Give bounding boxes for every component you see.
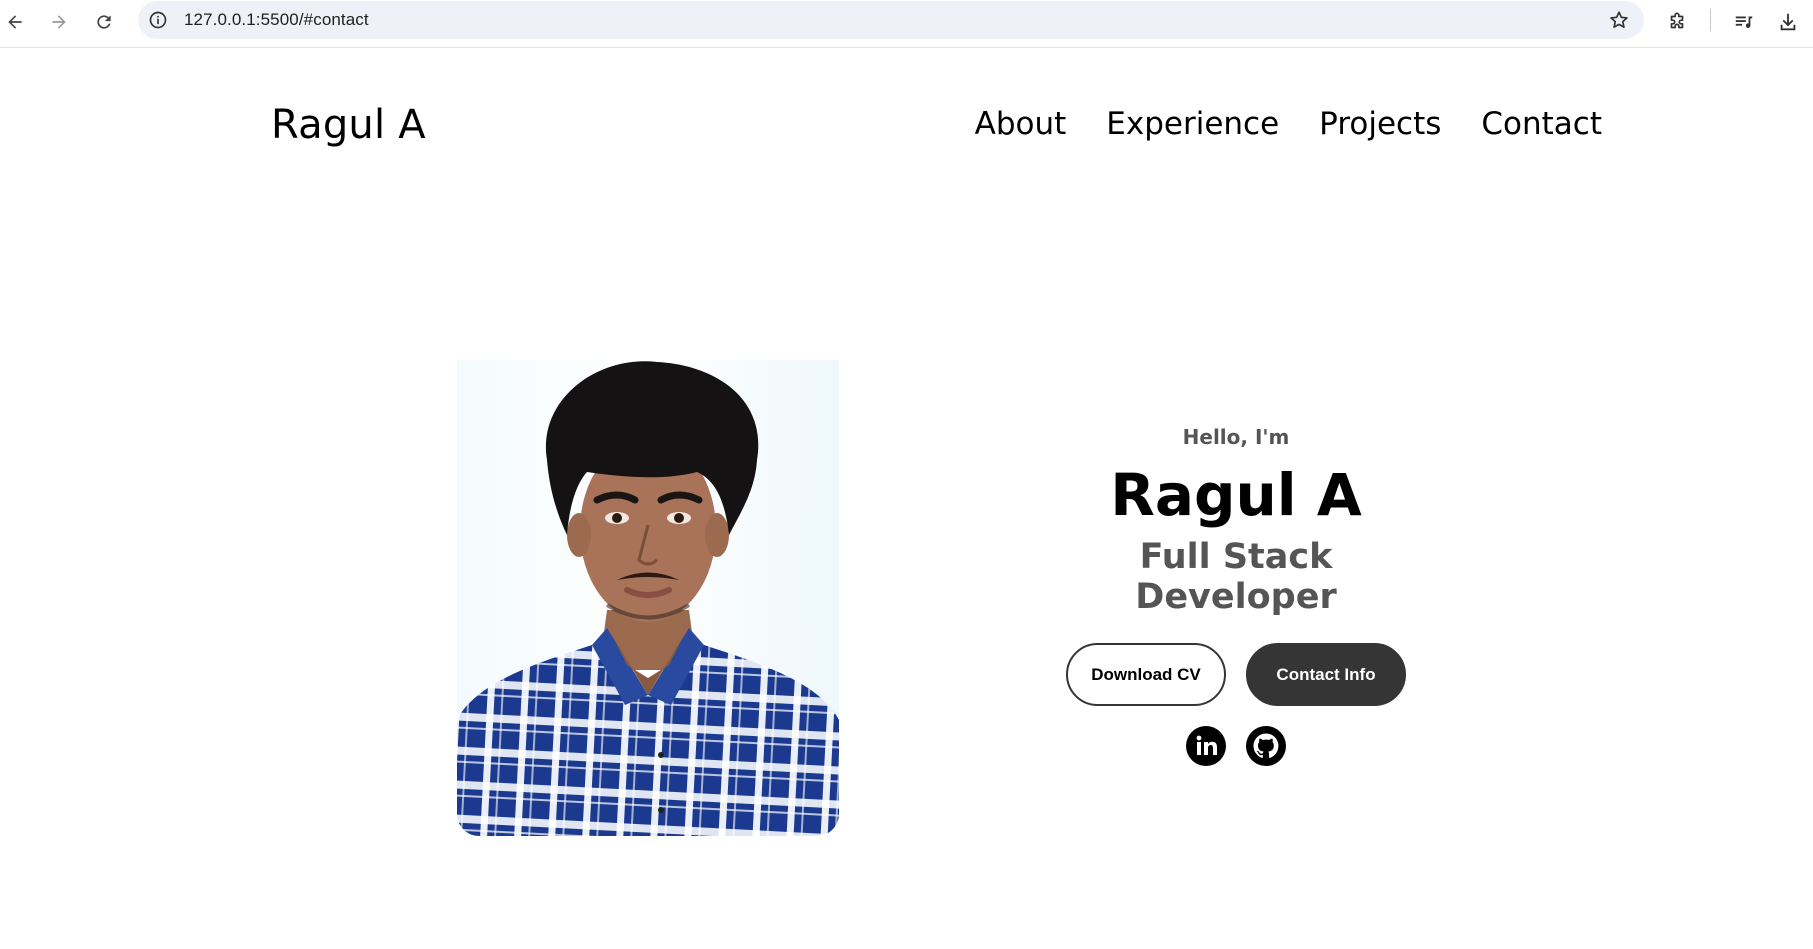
toolbar-divider — [1710, 9, 1711, 31]
site-info-icon[interactable] — [148, 10, 168, 30]
nav-experience-link[interactable]: Experience — [1106, 106, 1279, 142]
nav-projects-link[interactable]: Projects — [1319, 106, 1441, 142]
person-portrait-illustration — [457, 360, 839, 836]
github-icon — [1246, 726, 1286, 766]
site-logo[interactable]: Ragul A — [271, 102, 426, 148]
address-bar[interactable]: 127.0.0.1:5500/#contact — [138, 1, 1644, 39]
puzzle-icon — [1670, 12, 1684, 29]
hero-name: Ragul A — [1110, 461, 1362, 529]
download-cv-button[interactable]: Download CV — [1066, 643, 1226, 706]
profile-photo — [457, 360, 839, 836]
hero-section: Hello, I'm Ragul A Full Stack Developer … — [1036, 425, 1436, 766]
nav-contact-link[interactable]: Contact — [1481, 106, 1602, 142]
url-text[interactable]: 127.0.0.1:5500/#contact — [184, 10, 369, 30]
back-arrow-icon — [8, 15, 22, 29]
media-control-button[interactable] — [1726, 4, 1762, 40]
hero-button-row: Download CV Contact Info — [1036, 643, 1436, 706]
playlist-music-icon — [1735, 16, 1753, 28]
forward-arrow-icon — [52, 15, 66, 29]
download-icon — [1780, 13, 1796, 31]
browser-toolbar: 127.0.0.1:5500/#contact — [0, 0, 1813, 48]
main-nav: About Experience Projects Contact — [975, 106, 1602, 142]
bookmark-star-icon[interactable] — [1608, 9, 1630, 31]
nav-about-link[interactable]: About — [975, 106, 1067, 142]
back-button[interactable] — [0, 4, 33, 40]
reload-icon — [97, 15, 111, 29]
downloads-button[interactable] — [1770, 4, 1806, 40]
hero-role: Full Stack Developer — [1135, 537, 1337, 617]
github-link[interactable] — [1246, 726, 1286, 766]
greeting-text: Hello, I'm — [1182, 425, 1290, 449]
contact-info-button[interactable]: Contact Info — [1246, 643, 1406, 706]
reload-button[interactable] — [86, 4, 122, 40]
social-links — [1036, 726, 1436, 766]
extensions-button[interactable] — [1659, 4, 1695, 40]
linkedin-icon — [1186, 726, 1226, 766]
forward-button[interactable] — [41, 4, 77, 40]
linkedin-link[interactable] — [1186, 726, 1226, 766]
